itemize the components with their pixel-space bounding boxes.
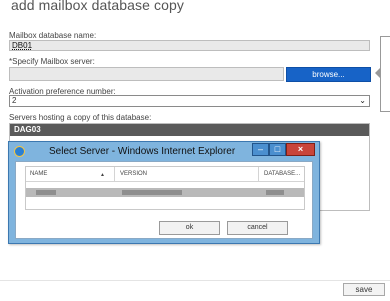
panel-pointer <box>375 67 381 79</box>
activation-value: 2 <box>12 96 17 105</box>
cancel-button[interactable]: cancel <box>227 221 288 235</box>
footer-divider <box>0 280 390 281</box>
dialog-body: NAME ▲ VERSION DATABASE... ok cancel <box>15 161 313 239</box>
internet-explorer-icon <box>14 146 25 157</box>
db-name-value: DB01 <box>12 41 33 50</box>
ok-button[interactable]: ok <box>159 221 220 235</box>
server-label: *Specify Mailbox server: <box>9 57 95 66</box>
side-panel-edge <box>375 36 390 112</box>
servers-group-header[interactable]: DAG03 <box>10 124 369 136</box>
table-row[interactable] <box>26 188 304 197</box>
sort-ascending-icon: ▲ <box>100 172 105 178</box>
server-table: NAME ▲ VERSION DATABASE... <box>25 166 305 210</box>
redacted-version-cell <box>122 190 182 195</box>
save-button[interactable]: save <box>343 283 385 296</box>
column-divider[interactable] <box>114 167 115 182</box>
db-name-label: Mailbox database name: <box>9 31 97 40</box>
table-header: NAME ▲ VERSION DATABASE... <box>26 167 304 182</box>
close-button[interactable]: × <box>286 143 315 156</box>
maximize-button[interactable]: □ <box>269 143 286 156</box>
column-header-database[interactable]: DATABASE... <box>264 171 300 177</box>
page-title: add mailbox database copy <box>11 0 184 13</box>
chevron-down-icon: ⌄ <box>359 96 366 105</box>
dialog-title: Select Server - Windows Internet Explore… <box>49 146 236 157</box>
column-divider[interactable] <box>258 167 259 182</box>
browse-button[interactable]: browse... <box>286 67 371 82</box>
redacted-name-cell <box>36 190 56 195</box>
activation-select[interactable]: 2 ⌄ <box>9 95 370 107</box>
servers-label: Servers hosting a copy of this database: <box>9 113 152 122</box>
db-name-field: DB01 <box>9 40 370 51</box>
redacted-database-cell <box>266 190 284 195</box>
minimize-button[interactable]: – <box>252 143 269 156</box>
window-controls: – □ × <box>252 143 315 156</box>
column-header-name[interactable]: NAME <box>30 171 47 177</box>
column-header-version[interactable]: VERSION <box>120 171 147 177</box>
server-input[interactable] <box>9 67 284 81</box>
select-server-dialog: Select Server - Windows Internet Explore… <box>8 141 320 244</box>
